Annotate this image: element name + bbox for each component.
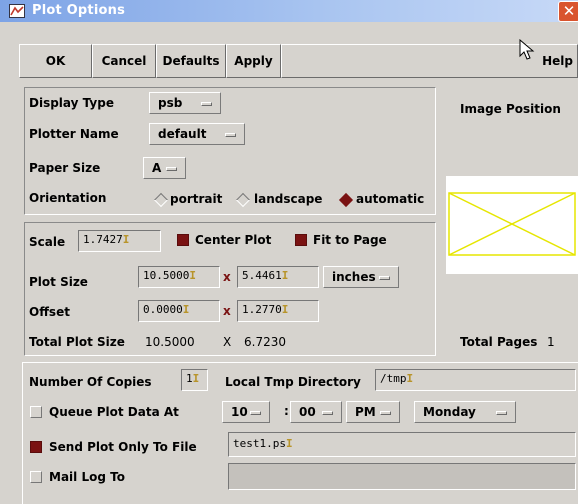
ok-button[interactable]: OK [19, 44, 92, 78]
total-width-value: 10.5000 [145, 335, 195, 349]
plot-window-icon [9, 4, 25, 18]
menu-indicator-icon [250, 411, 261, 415]
multiply-sign: x [223, 270, 231, 284]
offset-x-input[interactable]: 0.0000I [138, 300, 220, 322]
text-cursor-icon: I [281, 269, 289, 282]
copies-value: 1 [186, 372, 193, 385]
landscape-label[interactable]: landscape [254, 192, 322, 206]
paper-size-label: Paper Size [29, 161, 101, 175]
copies-label: Number Of Copies [29, 375, 152, 389]
queue-minute-menu[interactable]: 00 [290, 401, 342, 423]
plot-width-input[interactable]: 10.5000I [138, 266, 220, 288]
fit-to-page-label[interactable]: Fit to Page [313, 233, 387, 247]
text-cursor-icon: I [281, 303, 289, 316]
display-type-menu[interactable]: psb [149, 92, 221, 114]
send-file-checkbox[interactable] [30, 441, 42, 453]
display-type-label: Display Type [29, 96, 114, 110]
menu-indicator-icon [225, 133, 236, 137]
text-cursor-icon: I [189, 269, 196, 282]
copies-input[interactable]: 1I [181, 369, 208, 391]
tmp-dir-input[interactable]: /tmpI [375, 369, 576, 391]
plot-height-value: 5.4461 [242, 269, 282, 282]
send-file-label[interactable]: Send Plot Only To File [49, 440, 197, 454]
queue-day-value: Monday [423, 405, 476, 419]
time-separator: : [284, 404, 289, 418]
text-cursor-icon: I [406, 372, 414, 385]
menu-indicator-icon [496, 411, 507, 415]
center-plot-label[interactable]: Center Plot [195, 233, 271, 247]
plotter-name-label: Plotter Name [29, 127, 119, 141]
automatic-label[interactable]: automatic [356, 192, 424, 206]
fit-to-page-checkbox[interactable] [295, 234, 307, 246]
orientation-label: Orientation [29, 191, 107, 205]
scale-input[interactable]: 1.7427I [78, 230, 161, 252]
total-pages-value: 1 [547, 335, 555, 349]
text-cursor-icon: I [182, 303, 190, 316]
menu-indicator-icon [379, 276, 390, 280]
paper-size-menu[interactable]: A [143, 157, 186, 179]
plot-size-label: Plot Size [29, 275, 88, 289]
mouse-pointer-icon [519, 39, 535, 60]
send-file-input[interactable]: test1.psI [228, 432, 576, 457]
send-file-value: test1.ps [233, 437, 286, 450]
queue-minute-value: 00 [299, 405, 316, 419]
portrait-label[interactable]: portrait [170, 192, 222, 206]
queue-hour-menu[interactable]: 10 [222, 401, 270, 423]
scale-value: 1.7427 [83, 233, 123, 246]
units-value: inches [332, 270, 376, 284]
window-title: Plot Options [32, 3, 126, 18]
queue-hour-value: 10 [231, 405, 248, 419]
queue-day-menu[interactable]: Monday [414, 401, 516, 423]
total-height-value: 6.7230 [244, 335, 286, 349]
plot-width-value: 10.5000 [143, 269, 190, 282]
queue-checkbox[interactable] [30, 406, 42, 418]
paper-size-value: A [152, 161, 162, 175]
apply-button[interactable]: Apply [226, 44, 281, 78]
menu-indicator-icon [201, 102, 212, 106]
text-cursor-icon: I [285, 437, 293, 450]
menu-indicator-icon [166, 167, 177, 171]
plotter-name-value: default [158, 127, 207, 141]
offset-label: Offset [29, 305, 70, 319]
offset-y-input[interactable]: 1.2770I [237, 300, 319, 322]
title-bar[interactable]: Plot Options [0, 0, 578, 22]
scale-label: Scale [29, 235, 66, 249]
queue-ampm-value: PM [355, 405, 376, 419]
center-plot-checkbox[interactable] [177, 234, 189, 246]
tmp-dir-value: /tmp [380, 372, 407, 385]
display-type-value: psb [158, 96, 183, 110]
total-pages-label: Total Pages [460, 335, 538, 349]
queue-ampm-menu[interactable]: PM [346, 401, 400, 423]
menu-indicator-icon [322, 411, 333, 415]
plotter-name-menu[interactable]: default [149, 123, 245, 145]
plot-height-input[interactable]: 5.4461I [237, 266, 319, 288]
close-icon[interactable]: ✕ [558, 1, 578, 22]
mail-input[interactable] [228, 463, 576, 490]
cancel-button[interactable]: Cancel [92, 44, 156, 78]
image-position-label: Image Position [460, 102, 561, 116]
units-menu[interactable]: inches [323, 266, 399, 288]
mail-label[interactable]: Mail Log To [49, 470, 125, 484]
text-cursor-icon: I [122, 233, 130, 246]
offset-y-value: 1.2770 [242, 303, 282, 316]
defaults-button[interactable]: Defaults [156, 44, 226, 78]
text-cursor-icon: I [192, 372, 200, 385]
mail-checkbox[interactable] [30, 471, 42, 483]
offset-x-value: 0.0000 [143, 303, 183, 316]
toolbar: OK Cancel Defaults Apply Help [19, 44, 578, 78]
multiply-sign: x [223, 304, 231, 318]
tmp-dir-label: Local Tmp Directory [225, 375, 361, 389]
menu-indicator-icon [380, 411, 391, 415]
total-plot-size-label: Total Plot Size [29, 335, 125, 349]
queue-label[interactable]: Queue Plot Data At [49, 405, 179, 419]
total-multiply-sign: X [223, 335, 232, 349]
image-position-preview[interactable] [446, 176, 578, 274]
